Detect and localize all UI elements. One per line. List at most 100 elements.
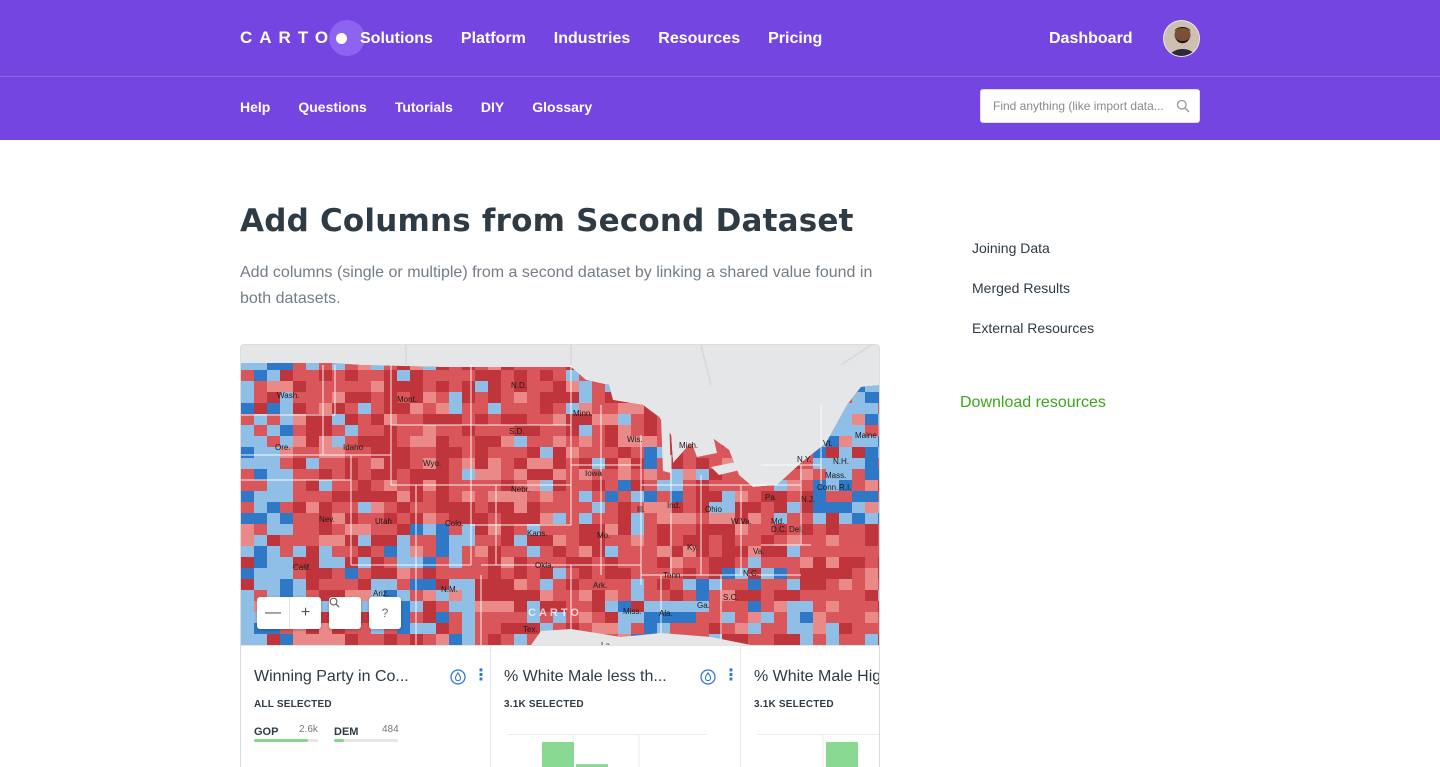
subnav-glossary[interactable]: Glossary [532, 97, 592, 117]
toc-external-resources[interactable]: External Resources [972, 318, 1094, 358]
nav-industries[interactable]: Industries [554, 28, 630, 50]
user-avatar[interactable] [1163, 20, 1200, 57]
widgets-panel: Winning Party in Co... ⋮ ALL SELECTED GO… [241, 645, 880, 767]
toc-merged-results[interactable]: Merged Results [972, 278, 1094, 318]
subnav-help[interactable]: Help [240, 97, 270, 117]
widget-white-male-less: % White Male less th... ⋮ 3.1K SELECTED [491, 646, 741, 767]
category-count: 484 [382, 724, 399, 735]
state-label: N.C. [743, 569, 759, 578]
state-label: Utah [375, 517, 392, 526]
widget-title: % White Male Hig [754, 668, 880, 685]
carto-logo[interactable]: CARTO [240, 20, 366, 56]
search-input[interactable] [981, 90, 1171, 122]
state-label: Ore. [275, 443, 291, 452]
state-label: Mo. [597, 531, 611, 540]
dashboard-link[interactable]: Dashboard [1049, 28, 1133, 50]
state-label: W.Va. [731, 517, 752, 526]
state-label: Tenn. [663, 571, 683, 580]
color-drop-icon[interactable] [700, 669, 716, 685]
state-label: Iowa [585, 469, 602, 478]
nav-resources[interactable]: Resources [658, 28, 740, 50]
state-label: Ark. [593, 581, 608, 590]
histogram-bar[interactable] [826, 742, 858, 767]
zoom-in-button[interactable]: + [289, 597, 321, 629]
nav-pricing[interactable]: Pricing [768, 28, 822, 50]
category-count: 2.6k [299, 724, 318, 735]
state-label: Del. [789, 525, 804, 534]
avatar-icon [1164, 21, 1199, 56]
subnav-questions[interactable]: Questions [298, 97, 366, 117]
choropleth-map[interactable]: Wash. Mont. N.D. Minn. Ore. Idaho S.D. Wis. Mich… [241, 345, 879, 645]
state-label: Wyo. [423, 459, 442, 468]
histogram-bar[interactable] [542, 742, 574, 767]
lake-ontario [761, 445, 793, 455]
histogram[interactable] [757, 734, 880, 767]
zoom-controls: — + [257, 597, 321, 629]
sub-nav: Help Questions Tutorials DIY Glossary [240, 97, 620, 117]
subnav-diy[interactable]: DIY [481, 97, 504, 117]
histogram[interactable] [507, 734, 707, 767]
widget-menu-icon[interactable]: ⋮ [473, 667, 489, 685]
map-embed: Wash. Mont. N.D. Minn. Ore. Idaho S.D. Wis. Mich… [240, 344, 880, 767]
search-icon [329, 597, 340, 608]
state-label: N.Y. [797, 455, 812, 464]
search-icon[interactable] [1176, 99, 1190, 113]
category-dem[interactable]: DEM 484 [334, 722, 399, 742]
state-label: Pa. [765, 493, 778, 502]
state-label: Mass. [825, 471, 847, 480]
category-bar [334, 739, 398, 742]
state-label: Maine [855, 431, 877, 440]
widget-title: % White Male less th... [504, 668, 667, 685]
state-label: Ill. [637, 505, 645, 514]
state-label: Va. [753, 547, 765, 556]
download-resources-link[interactable]: Download resources [960, 394, 1106, 412]
nav-solutions[interactable]: Solutions [360, 28, 433, 50]
subnav-tutorials[interactable]: Tutorials [395, 97, 453, 117]
state-label: Minn. [573, 409, 593, 418]
state-label: Miss. [623, 607, 642, 616]
map-watermark: CARTO [528, 607, 582, 619]
widget-white-male-high: % White Male Hig 3.1K SELECTED [741, 646, 880, 767]
nav-platform[interactable]: Platform [461, 28, 526, 50]
state-label: Colo. [445, 519, 464, 528]
widget-winning-party: Winning Party in Co... ⋮ ALL SELECTED GO… [241, 646, 491, 767]
state-label: N.H. [833, 457, 849, 466]
search-box [980, 89, 1200, 123]
state-label: S.D. [509, 427, 525, 436]
state-label: Wis. [627, 435, 643, 444]
widget-selection-status: 3.1K SELECTED [754, 699, 834, 710]
state-label: Calif. [293, 563, 312, 572]
state-label: Wash. [277, 391, 300, 400]
state-label: N.J. [801, 495, 816, 504]
state-label: N.M. [441, 585, 458, 594]
category-name: DEM [334, 726, 359, 738]
state-label: Kans. [527, 529, 548, 538]
state-label: Ind. [667, 501, 681, 510]
nav-divider [0, 76, 1440, 77]
state-label: Ga. [697, 601, 710, 610]
state-label: Nebr. [511, 485, 531, 494]
state-label: R.I. [839, 483, 852, 492]
map-search-button[interactable] [329, 597, 361, 629]
state-label: Nev. [319, 515, 335, 524]
state-label: N.D. [511, 381, 527, 390]
table-of-contents: Joining Data Merged Results External Res… [972, 238, 1094, 358]
color-drop-icon[interactable] [450, 669, 466, 685]
zoom-out-button[interactable]: — [257, 597, 289, 629]
toc-joining-data[interactable]: Joining Data [972, 238, 1094, 278]
state-label: Conn. [817, 483, 839, 492]
state-label: Ky. [687, 543, 698, 552]
category-gop[interactable]: GOP 2.6k [254, 722, 318, 742]
state-label: S.C. [723, 593, 739, 602]
widget-menu-icon[interactable]: ⋮ [723, 667, 739, 685]
state-label: Okla. [535, 561, 554, 570]
page-subtitle: Add columns (single or multiple) from a … [240, 264, 873, 307]
state-label: Mich. [679, 441, 699, 450]
top-navbar: CARTO Solutions Platform Industries Reso… [0, 0, 1440, 140]
main-nav: Solutions Platform Industries Resources … [360, 28, 850, 50]
state-label: Vt. [823, 439, 833, 448]
category-name: GOP [254, 726, 279, 738]
state-label: D.C. [771, 525, 787, 534]
widget-title: Winning Party in Co... [254, 668, 409, 685]
map-help-button[interactable]: ? [369, 597, 401, 629]
